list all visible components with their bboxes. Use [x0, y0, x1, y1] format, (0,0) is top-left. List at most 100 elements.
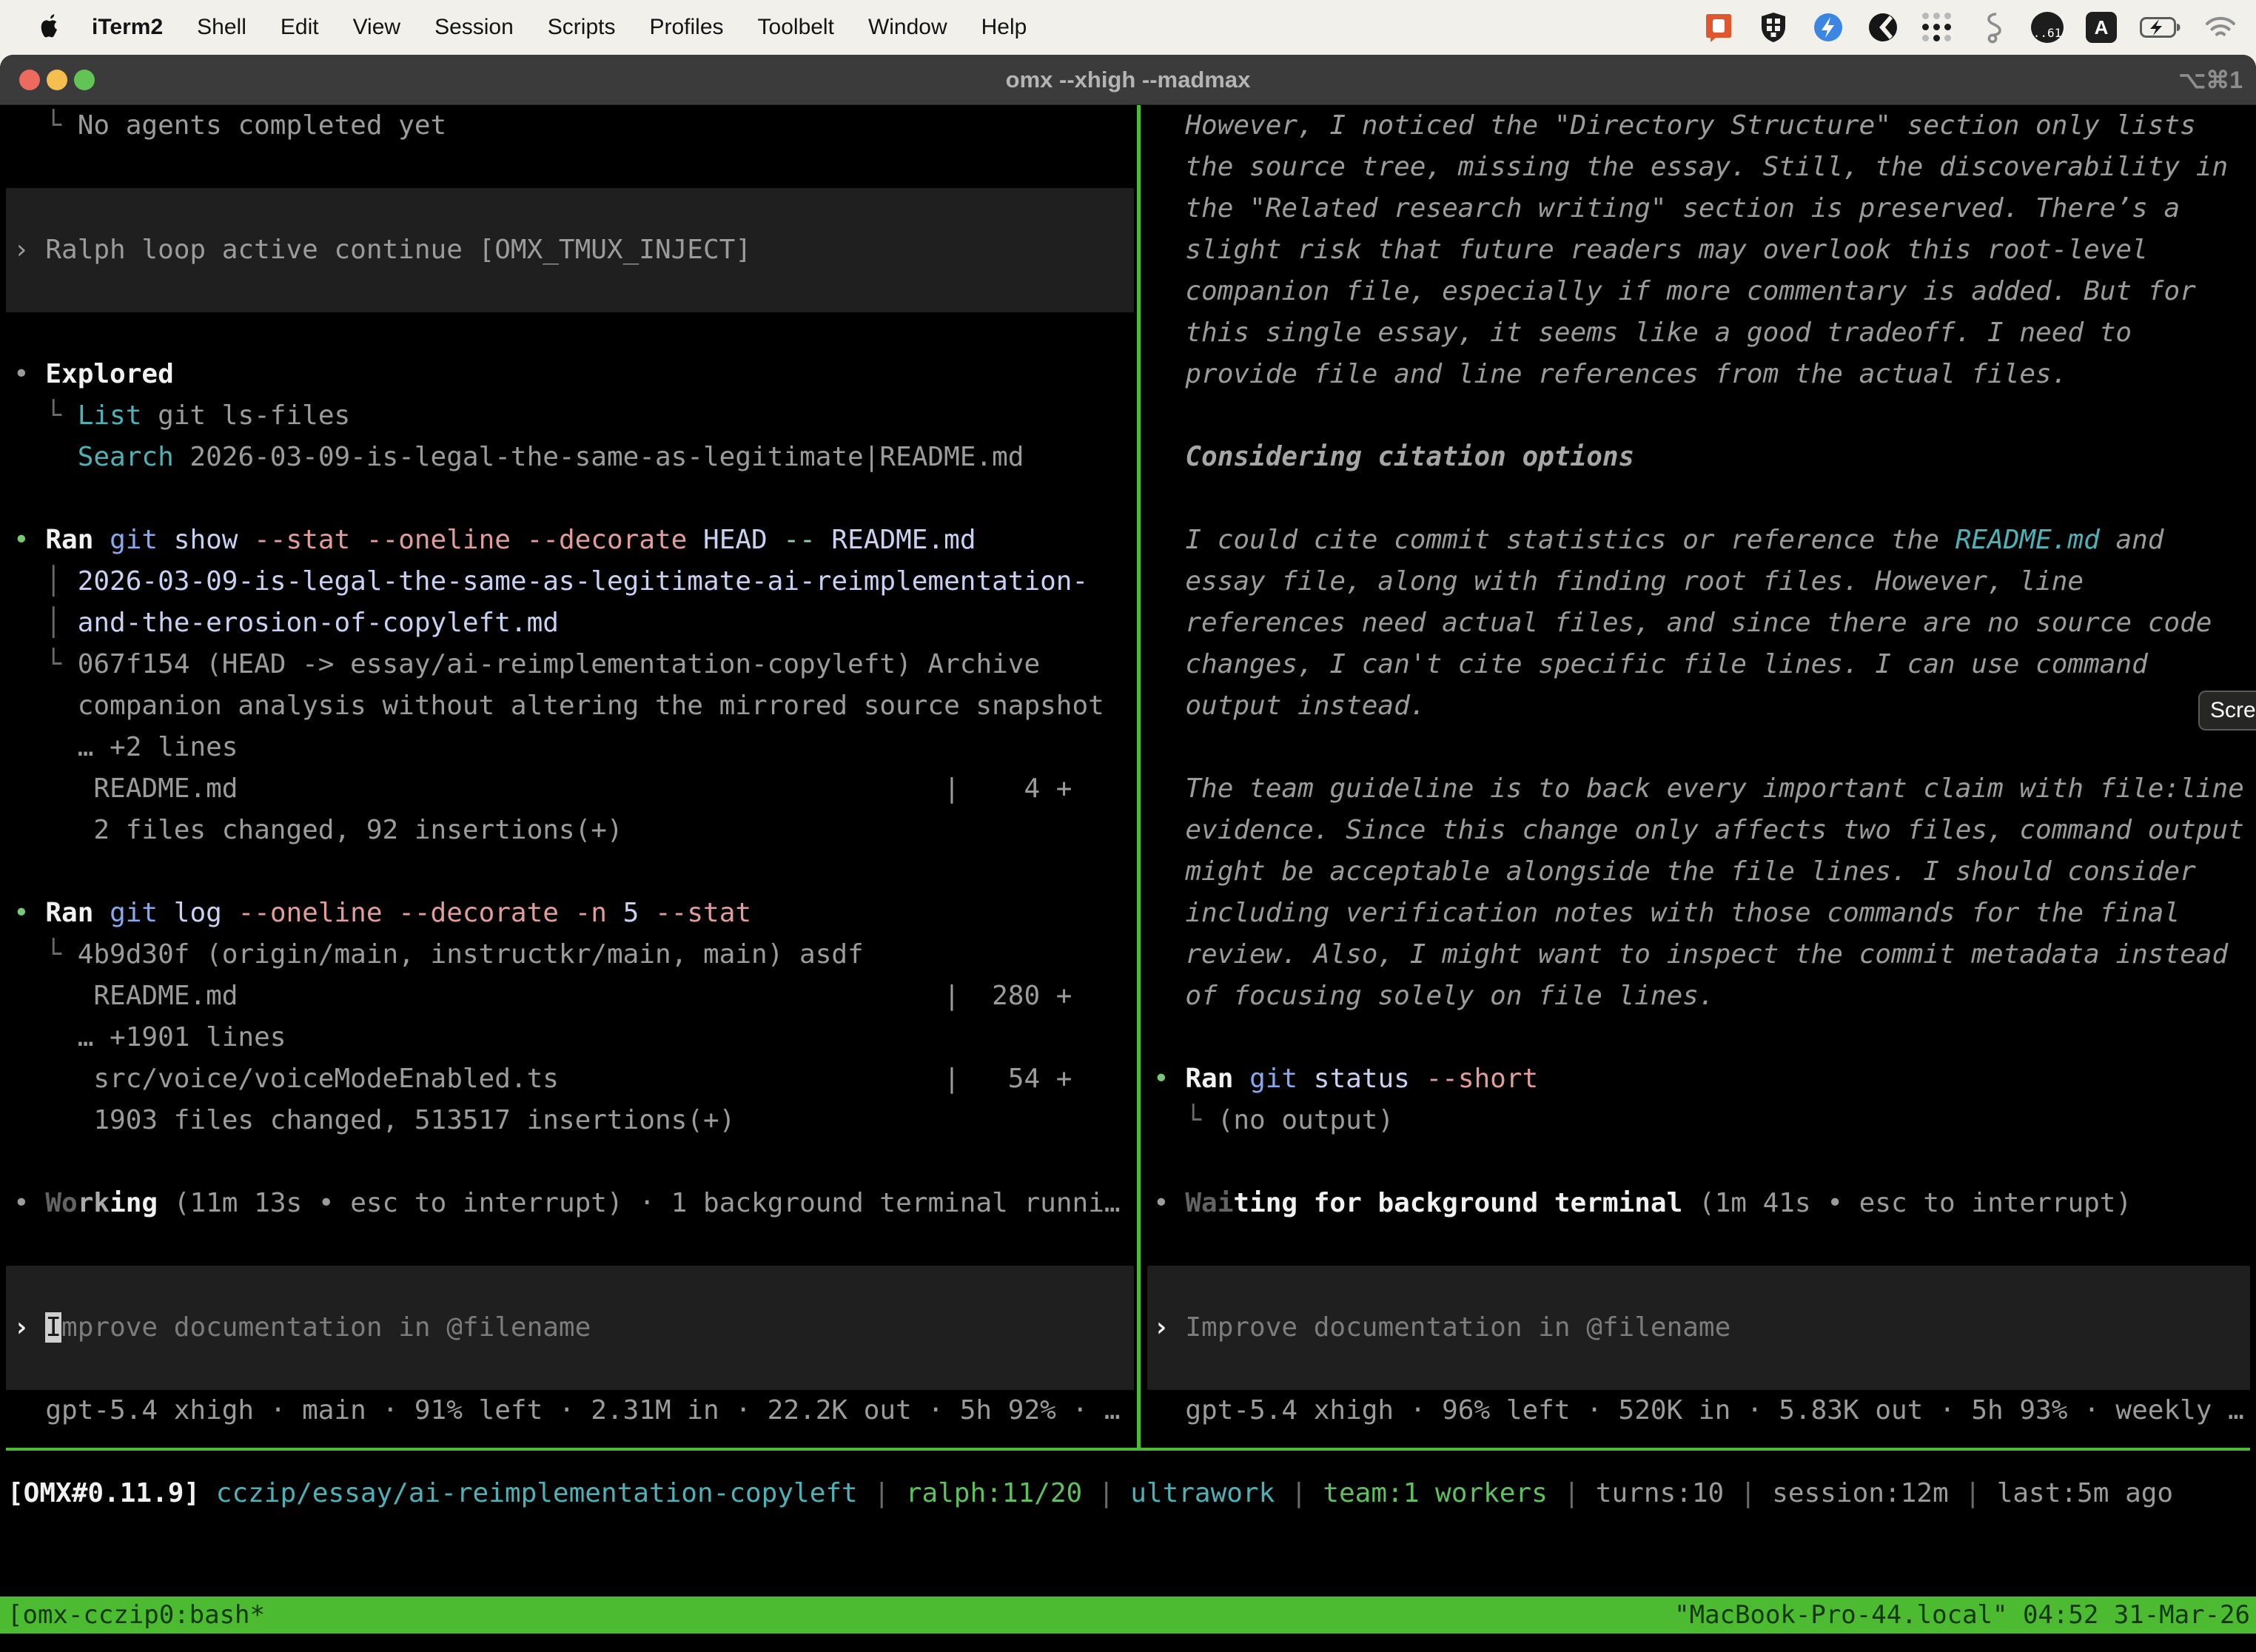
dot [1944, 35, 1951, 41]
terminal-line: • Explored [13, 354, 1137, 395]
dot [1922, 35, 1929, 41]
text-segment: and-the-erosion-of-copyleft.md [78, 608, 559, 638]
terminal-line: gpt-5.4 xhigh · main · 91% left · 2.31M … [13, 1390, 1137, 1431]
menu-item-session[interactable]: Session [434, 15, 514, 40]
menu-item-iterm2[interactable]: iTerm2 [92, 15, 163, 40]
text-segment: • [1153, 1188, 1185, 1218]
screenshot-toast[interactable]: Scre [2198, 691, 2256, 731]
terminal-line [1153, 1017, 2256, 1058]
text-segment: | [1740, 1478, 1772, 1508]
omx-status-line: [OMX#0.11.9] cczip/essay/ai-reimplementa… [7, 1473, 2173, 1514]
dot [1922, 24, 1929, 30]
left-terminal-pane[interactable]: └ No agents completed yet › Ralph loop ac… [0, 105, 1137, 1449]
battery-icon[interactable] [2139, 11, 2182, 44]
menu-item-help[interactable]: Help [981, 15, 1027, 40]
text-segment: Ran [1185, 1064, 1249, 1094]
pane-divider[interactable] [1137, 105, 1141, 1449]
text-segment: 5 [623, 898, 655, 928]
terminal-line: └ 067f154 (HEAD -> essay/ai-reimplementa… [13, 644, 1137, 685]
text-segment: ting for background terminal [1233, 1188, 1682, 1218]
text-segment: • [13, 359, 45, 389]
terminal-line: › Ralph loop active continue [OMX_TMUX_I… [13, 229, 1137, 271]
window-title-bar[interactable]: omx --xhigh --madmax ⌥⌘1 [0, 55, 2256, 105]
terminal-line [13, 312, 1137, 354]
text-segment: Wo [45, 1188, 77, 1218]
dot [1933, 35, 1940, 41]
text-segment: └ [13, 649, 78, 679]
text-segment: | [873, 1478, 905, 1508]
terminal-line: Search 2026-03-09-is-legal-the-same-as-l… [13, 437, 1137, 478]
timer-badge-icon[interactable]: ..61 [2031, 12, 2064, 43]
chat-orange-icon[interactable] [1702, 11, 1735, 44]
text-segment: team:1 workers [1323, 1478, 1563, 1508]
menu-item-window[interactable]: Window [868, 15, 947, 40]
shield-grid-icon[interactable] [1757, 11, 1790, 44]
text-segment: gpt-5.4 xhigh · 96% left · 520K in · 5.8… [1153, 1395, 2244, 1426]
menu-item-toolbelt[interactable]: Toolbelt [758, 15, 834, 40]
text-segment: … +2 lines [13, 732, 238, 762]
menu-item-scripts[interactable]: Scripts [548, 15, 616, 40]
dots-grid-icon[interactable] [1921, 11, 1954, 44]
menu-item-profiles[interactable]: Profiles [649, 15, 723, 40]
terminal-line [1153, 395, 2256, 437]
terminal-line: essay file, along with finding root file… [1153, 561, 2256, 602]
text-segment: log [174, 898, 238, 928]
text-segment: › [13, 1312, 45, 1343]
terminal-line: • Waiting for background terminal (1m 41… [1153, 1183, 2256, 1224]
menu-item-edit[interactable]: Edit [281, 15, 319, 40]
terminal-line: slight risk that future readers may over… [1153, 229, 2256, 271]
text-segment: │ [13, 566, 78, 597]
apple-logo-icon[interactable] [36, 11, 58, 44]
shutter-icon[interactable] [1867, 11, 1899, 44]
text-segment: ing [110, 1188, 158, 1218]
terminal-line: I could cite commit statistics or refere… [1153, 520, 2256, 561]
text-segment: git [110, 898, 174, 928]
terminal-line: • Working (11m 13s • esc to interrupt) ·… [13, 1183, 1137, 1224]
text-segment: last:5m ago [1997, 1478, 2173, 1508]
text-segment: slight risk that future readers may over… [1153, 235, 2148, 265]
text-segment: rk [78, 1188, 110, 1218]
text-segment: git [110, 525, 174, 555]
text-segment: git [1249, 1064, 1314, 1094]
menu-item-shell[interactable]: Shell [197, 15, 246, 40]
menu-item-view[interactable]: View [353, 15, 400, 40]
terminal-line [13, 188, 1137, 229]
input-source-icon[interactable]: A [2086, 12, 2117, 43]
text-segment: (1m 41s • esc to interrupt) [1682, 1188, 2132, 1218]
text-segment: ralph:11/20 [906, 1478, 1098, 1508]
text-segment: Search [13, 442, 189, 472]
text-segment: output instead. [1153, 691, 1426, 721]
status-separator-line [6, 1448, 2250, 1451]
text-segment: 2 files changed, 92 insertions(+) [13, 815, 623, 845]
terminal-line: └ No agents completed yet [13, 105, 1137, 147]
wifi-icon[interactable] [2204, 11, 2237, 44]
text-segment: session:12m [1772, 1478, 1964, 1508]
terminal-line [13, 1349, 1137, 1390]
terminal-line: companion file, especially if more comme… [1153, 271, 2256, 312]
text-segment: git ls-files [158, 400, 350, 431]
text-segment: | [1563, 1478, 1595, 1508]
terminal-line: output instead. [1153, 685, 2256, 727]
text-segment: src/voice/voiceModeEnabled.ts | 54 + [13, 1064, 1072, 1094]
terminal-line [1153, 1224, 2256, 1266]
terminal-line: … +2 lines [13, 727, 1137, 768]
text-segment: └ [13, 939, 78, 970]
terminal-line [1153, 727, 2256, 768]
text-segment: [OMX#0.11.9] [7, 1478, 216, 1508]
terminal-line: changes, I can't cite specific file line… [1153, 644, 2256, 685]
text-segment: review. Also, I might want to inspect th… [1153, 939, 2228, 970]
dot [1944, 24, 1951, 30]
terminal-line: • Ran git status --short [1153, 1058, 2256, 1100]
terminal-line: • Ran git show --stat --oneline --decora… [13, 520, 1137, 561]
text-segment: including verification notes with those … [1153, 898, 2180, 928]
blue-bolt-icon[interactable] [1812, 11, 1844, 44]
terminal-line [13, 271, 1137, 312]
hook-icon[interactable] [1976, 11, 2009, 44]
text-segment: turns:10 [1596, 1478, 1740, 1508]
text-segment: Wai [1185, 1188, 1233, 1218]
text-segment: might be acceptable alongside the file l… [1153, 856, 2196, 887]
text-segment: show [174, 525, 254, 555]
terminal-line [1153, 1141, 2256, 1183]
text-segment: 4b9d30f (origin/main, instructkr/main, m… [78, 939, 864, 970]
right-terminal-pane[interactable]: However, I noticed the "Directory Struct… [1141, 105, 2256, 1449]
